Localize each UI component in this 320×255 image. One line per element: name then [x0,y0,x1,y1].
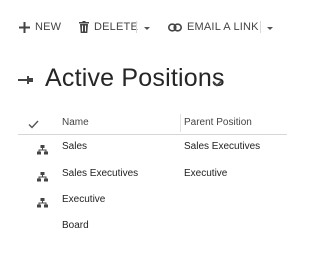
parent-position[interactable]: Sales Executives [184,141,260,152]
caret-down-icon [264,21,276,38]
column-header-name[interactable]: Name [62,117,89,128]
trash-icon [79,21,89,33]
caret-down-icon [141,21,153,38]
hierarchy-icon[interactable] [37,195,48,213]
delete-button[interactable]: DELETE [79,18,138,36]
column-header-parent-position[interactable]: Parent Position [184,117,252,128]
position-name[interactable]: Board [62,220,89,231]
table-row[interactable]: Board [18,214,287,240]
pin-icon[interactable] [18,72,34,90]
new-button-label: NEW [35,21,62,33]
view-selector-title[interactable]: Active Positions [45,64,225,93]
grid-header: Name Parent Position [18,112,287,135]
chevron-down-icon[interactable] [212,75,222,93]
more-commands-dropdown[interactable] [264,21,276,33]
position-name[interactable]: Executive [62,194,105,205]
parent-position[interactable]: Executive [184,168,227,179]
table-row[interactable]: Sales Executives Executive [18,162,287,188]
divider [136,21,137,33]
divider [260,21,261,33]
view-header: Active Positions [0,62,287,96]
select-all-checkmark-icon[interactable] [28,116,39,134]
delete-more-dropdown[interactable] [141,21,153,33]
table-row[interactable]: Sales Sales Executives [18,135,287,161]
link-icon [168,22,182,32]
hierarchy-icon[interactable] [37,142,48,160]
position-name[interactable]: Sales [62,141,87,152]
column-divider[interactable] [180,114,181,132]
position-name[interactable]: Sales Executives [62,168,138,179]
new-button[interactable]: NEW [19,18,61,36]
command-bar: NEW DELETE EMAIL A LINK [0,0,287,50]
delete-button-label: DELETE [94,21,138,33]
hierarchy-icon[interactable] [37,169,48,187]
positions-grid: Name Parent Position Sales Sales Executi… [18,112,287,231]
plus-icon [19,21,30,33]
email-link-button[interactable]: EMAIL A LINK [168,18,259,36]
table-row[interactable]: Executive [18,188,287,214]
email-link-button-label: EMAIL A LINK [187,21,259,33]
